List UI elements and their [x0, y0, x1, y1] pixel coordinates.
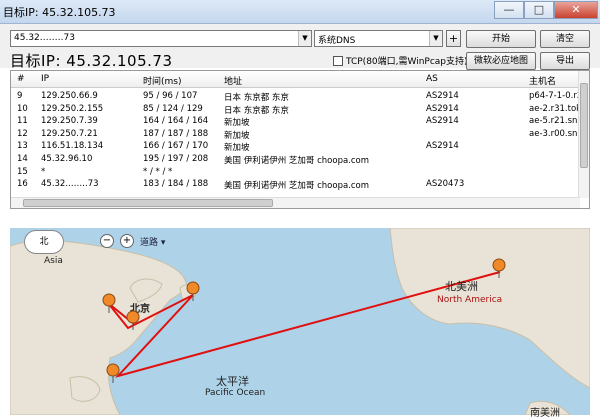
cell-n: 12: [17, 128, 28, 139]
col-header[interactable]: 时间(ms): [143, 74, 181, 87]
cell-n: 9: [17, 91, 23, 101]
cell-time: 195 / 197 / 208: [143, 154, 209, 164]
cell-n: 13: [17, 141, 28, 152]
clear-button[interactable]: 清空: [540, 30, 590, 48]
ip-input[interactable]: 45.32.…….73 ▼: [10, 30, 312, 47]
col-header[interactable]: 主机名: [529, 74, 556, 87]
window-title: 目标IP: 45.32.105.73: [3, 6, 116, 19]
ip-input-value: 45.32.…….73: [14, 33, 75, 43]
cell-addr: 新加坡: [224, 143, 250, 154]
zoom-out-icon[interactable]: −: [100, 234, 114, 248]
cell-ip: 45.32.96.10: [41, 154, 93, 164]
col-header[interactable]: #: [17, 74, 25, 84]
map-pin-icon[interactable]: [106, 363, 120, 383]
map-label-na-cn: 北美洲: [445, 280, 478, 293]
cell-addr: 新加坡: [224, 118, 250, 129]
cell-ip: 45.32.…….73: [41, 179, 99, 190]
table-row[interactable]: 15 * * / * / *: [11, 167, 581, 179]
minimize-button[interactable]: —: [494, 1, 524, 19]
table-row[interactable]: 9 129.250.66.9 95 / 96 / 107 日本 东京都 东京 AS291…: [11, 91, 589, 103]
cell-as: AS2914: [426, 103, 459, 114]
add-dns-button[interactable]: +: [446, 30, 461, 47]
cell-n: 14: [17, 154, 28, 164]
compass-icon: 北: [39, 237, 49, 247]
chevron-down-icon[interactable]: ▼: [298, 31, 311, 46]
cell-addr: 日本 东京都 东京: [224, 105, 289, 116]
cell-ip: 129.250.66.9: [41, 91, 98, 101]
table-row[interactable]: 14 45.32.96.10 195 / 197 / 208 美国 伊利诺伊州 芝加哥…: [11, 154, 581, 166]
table-row[interactable]: 13 116.51.18.134 166 / 167 / 170 新加坡 AS2914: [11, 141, 581, 153]
cell-ip: 129.250.7.39: [41, 116, 98, 127]
dns-select[interactable]: 系统DNS ▼: [314, 30, 443, 47]
cell-time: 164 / 164 / 164: [143, 116, 209, 127]
cell-ip: 129.250.7.21: [41, 128, 98, 139]
route-map[interactable]: [10, 228, 590, 415]
table-header: # IP 时间(ms) 地址 AS 主机名: [11, 71, 581, 88]
map-label-asia: Asia: [44, 256, 63, 266]
tcp-checkbox[interactable]: [333, 55, 343, 66]
chevron-down-icon[interactable]: ▼: [429, 31, 442, 46]
table-row[interactable]: 12 129.250.7.21 187 / 187 / 188 新加坡 ae-3.r00…: [11, 128, 589, 141]
map-label-pacific-cn: 太平洋: [216, 375, 249, 388]
title-bar: 目标IP: 45.32.105.73 — □ ✕: [0, 0, 600, 24]
cell-as: AS2914: [426, 141, 459, 152]
cell-n: 15: [17, 166, 28, 177]
cell-addr: 日本 东京都 东京: [224, 93, 289, 103]
table-row[interactable]: 16 45.32.…….73 183 / 184 / 188 美国 伊利诺伊州 芝加哥…: [11, 179, 581, 191]
col-header[interactable]: IP: [41, 74, 49, 84]
map-tools: − + 道路 ▾: [100, 234, 165, 248]
cell-addr: 美国 伊利诺伊州 芝加哥 choopa.com: [224, 181, 370, 192]
cell-ip: 129.250.2.155: [41, 103, 104, 114]
maximize-button[interactable]: □: [524, 1, 554, 19]
cell-n: 11: [17, 116, 28, 127]
map-label-sa-cn: 南美洲: [530, 408, 560, 419]
close-button[interactable]: ✕: [554, 1, 598, 19]
export-button[interactable]: 导出: [540, 52, 590, 70]
map-canvas: [10, 228, 590, 415]
window-controls: — □ ✕: [494, 1, 598, 19]
scroll-thumb[interactable]: [23, 199, 273, 207]
compass-control[interactable]: 北: [24, 230, 64, 254]
vertical-scrollbar[interactable]: [578, 71, 589, 198]
target-ip-label: 目标IP: 45.32.105.73: [10, 52, 173, 70]
cell-as: AS20473: [426, 179, 465, 190]
hop-table: # IP 时间(ms) 地址 AS 主机名 9 129.250.66.9 95 / …: [10, 70, 590, 209]
horizontal-scrollbar[interactable]: [11, 197, 580, 208]
cell-n: 10: [17, 103, 28, 114]
cell-time: 166 / 167 / 170: [143, 141, 209, 152]
bing-map-button[interactable]: 微软必应地图: [466, 52, 536, 70]
map-label-na-en: North America: [437, 295, 503, 305]
cell-time: 95 / 96 / 107: [143, 91, 198, 101]
table-row[interactable]: 11 129.250.7.39 164 / 164 / 164 新加坡 AS2914 ae…: [11, 116, 589, 129]
cell-time: 183 / 184 / 188: [143, 179, 209, 190]
scroll-thumb[interactable]: [580, 83, 588, 168]
cell-addr: 新加坡: [224, 130, 250, 141]
map-pin-icon[interactable]: [186, 281, 200, 301]
map-pin-icon[interactable]: [126, 310, 140, 330]
col-header[interactable]: 地址: [224, 74, 242, 87]
cell-time: * / * / *: [143, 166, 173, 177]
map-pin-icon[interactable]: [102, 293, 116, 313]
map-label-pacific-en: Pacific Ocean: [205, 388, 266, 398]
tcp-label: TCP(80端口,需WinPcap支持): [346, 57, 468, 67]
col-header[interactable]: AS: [426, 74, 438, 84]
cell-addr: 美国 伊利诺伊州 芝加哥 choopa.com: [224, 156, 370, 166]
map-pin-icon[interactable]: [492, 258, 506, 278]
cell-time: 187 / 187 / 188: [143, 128, 209, 139]
road-style-toggle[interactable]: 道路 ▾: [140, 235, 165, 248]
cell-as: AS2914: [426, 116, 459, 127]
cell-as: AS2914: [426, 91, 459, 101]
cell-time: 85 / 124 / 129: [143, 103, 203, 114]
tcp-option[interactable]: TCP(80端口,需WinPcap支持): [333, 54, 468, 67]
cell-n: 16: [17, 179, 28, 190]
zoom-in-icon[interactable]: +: [120, 234, 134, 248]
toolbar: 45.32.…….73 ▼ 系统DNS ▼ + 开始 清空 目标IP: 45.3…: [0, 24, 600, 70]
cell-ip: 116.51.18.134: [41, 141, 104, 152]
start-button[interactable]: 开始: [466, 30, 536, 48]
cell-ip: *: [41, 166, 46, 177]
table-row[interactable]: 10 129.250.2.155 85 / 124 / 129 日本 东京都 东京 AS…: [11, 103, 589, 116]
dns-select-value: 系统DNS: [318, 36, 356, 46]
